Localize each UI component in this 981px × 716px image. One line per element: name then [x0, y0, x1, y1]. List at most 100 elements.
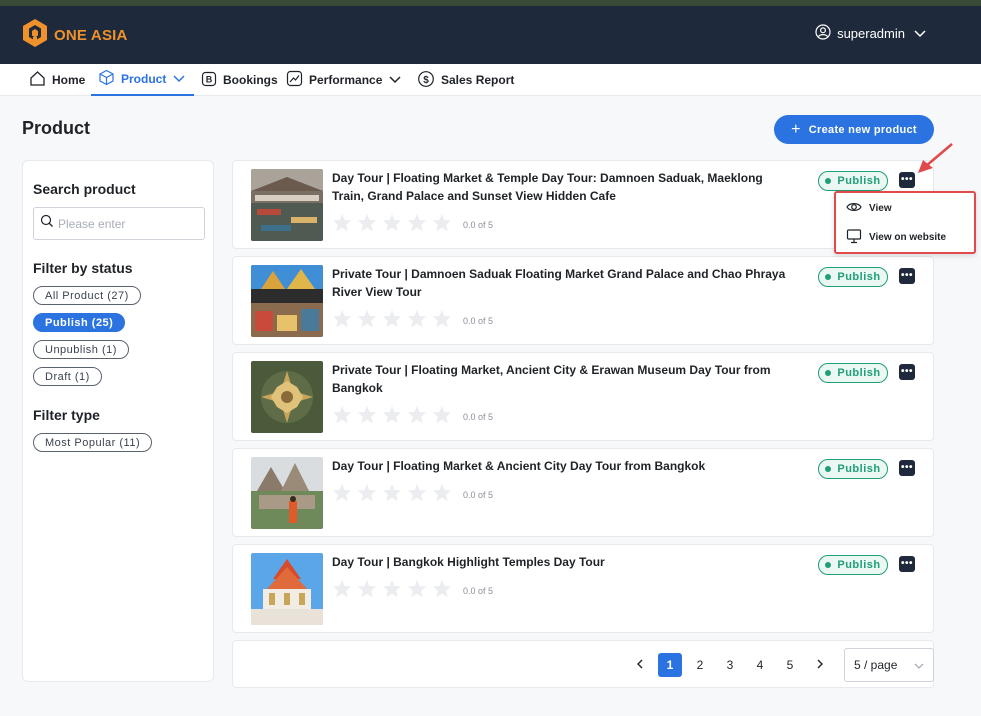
filter-chip-all-product[interactable]: All Product (27)	[33, 286, 141, 305]
type-heading: Filter type	[33, 407, 100, 423]
ellipsis-icon: •••	[900, 366, 913, 377]
page-size-value: 5 / page	[854, 658, 898, 672]
create-product-label: Create new product	[808, 123, 917, 136]
chevron-down-icon	[914, 663, 924, 669]
star-icon	[332, 483, 357, 507]
star-icon	[332, 309, 357, 333]
star-rating: 0.0 of 5	[332, 405, 493, 429]
filter-chip-most-popular[interactable]: Most Popular (11)	[33, 433, 153, 452]
status-label: Publish	[837, 559, 881, 571]
status-dot	[825, 274, 832, 280]
product-title[interactable]: Day Tour | Floating Market & Temple Day …	[332, 169, 792, 205]
rating-text: 0.0 of 5	[463, 316, 494, 326]
product-title[interactable]: Day Tour | Bangkok Highlight Temples Day…	[332, 553, 792, 571]
star-icon	[332, 405, 357, 429]
page-title: Product	[22, 118, 91, 138]
star-icon	[432, 579, 457, 603]
plus-icon: +	[791, 120, 801, 138]
star-icon	[357, 405, 382, 429]
filter-chip-publish[interactable]: Publish (25)	[33, 313, 126, 332]
star-icon	[382, 309, 407, 333]
product-title[interactable]: Day Tour | Floating Market & Ancient Cit…	[332, 457, 792, 475]
page-button-5[interactable]: 5	[778, 653, 802, 677]
status-dot	[825, 178, 832, 184]
status-badge: Publish	[818, 171, 888, 191]
prev-page-button[interactable]	[628, 653, 652, 677]
product-title[interactable]: Private Tour | Floating Market, Ancient …	[332, 361, 792, 397]
status-badge: Publish	[818, 459, 888, 479]
status-badge: Publish	[818, 363, 888, 383]
ellipsis-icon: •••	[900, 462, 913, 473]
filter-chip-unpublish[interactable]: Unpublish (1)	[33, 340, 129, 359]
star-icon	[382, 483, 407, 507]
filter-chip-draft[interactable]: Draft (1)	[33, 367, 102, 386]
star-icon	[432, 213, 457, 237]
nav-label-performance: Performance	[309, 73, 383, 87]
actions-dropdown-menu: View View on website	[834, 191, 976, 254]
brand-logo[interactable]: ONE ASIA	[22, 18, 128, 53]
user-menu[interactable]: superadmin	[815, 24, 927, 43]
annotation-arrow-icon	[918, 143, 953, 173]
star-icon	[407, 309, 432, 333]
menu-item-label: View	[869, 203, 892, 214]
more-actions-button[interactable]: •••	[899, 556, 915, 572]
star-icon	[357, 483, 382, 507]
chevron-right-icon	[815, 658, 825, 673]
more-actions-button[interactable]: •••	[899, 460, 915, 476]
rating-text: 0.0 of 5	[463, 220, 494, 230]
product-card[interactable]: Private Tour | Damnoen Saduak Floating M…	[232, 256, 934, 345]
star-icon	[407, 405, 432, 429]
star-icon	[407, 579, 432, 603]
nav-label-sales-report: Sales Report	[441, 73, 515, 87]
product-card[interactable]: Day Tour | Bangkok Highlight Temples Day…	[232, 544, 934, 633]
page-size-select[interactable]: 5 / page	[844, 648, 934, 682]
create-product-button[interactable]: + Create new product	[774, 115, 934, 144]
product-title[interactable]: Private Tour | Damnoen Saduak Floating M…	[332, 265, 792, 301]
status-heading: Filter by status	[33, 260, 133, 276]
status-badge: Publish	[818, 555, 888, 575]
pagination: 1 2 3 4 5 5 / page	[232, 640, 934, 688]
status-badge: Publish	[818, 267, 888, 287]
nav-item-product[interactable]: Product	[91, 64, 194, 96]
chevron-left-icon	[635, 658, 645, 673]
status-dot	[825, 466, 832, 472]
nav-item-sales-report[interactable]: $ Sales Report	[417, 64, 514, 96]
product-card[interactable]: Day Tour | Floating Market & Ancient Cit…	[232, 448, 934, 537]
rating-text: 0.0 of 5	[463, 490, 494, 500]
more-actions-button[interactable]: •••	[899, 268, 915, 284]
product-card[interactable]: Day Tour | Floating Market & Temple Day …	[232, 160, 934, 249]
page-button-4[interactable]: 4	[748, 653, 772, 677]
nav-item-bookings[interactable]: B Bookings	[201, 64, 278, 96]
menu-item-view[interactable]: View	[846, 199, 892, 218]
product-thumbnail	[251, 361, 323, 433]
brand-name: ONE ASIA	[54, 27, 128, 44]
status-label: Publish	[837, 175, 881, 187]
page-button-3[interactable]: 3	[718, 653, 742, 677]
svg-text:B: B	[206, 74, 213, 84]
star-icon	[357, 579, 382, 603]
page-button-1[interactable]: 1	[658, 653, 682, 677]
nav-item-home[interactable]: Home	[29, 64, 85, 96]
menu-item-view-on-website[interactable]: View on website	[846, 228, 946, 247]
star-icon	[407, 483, 432, 507]
star-icon	[432, 405, 457, 429]
user-name: superadmin	[837, 26, 905, 41]
page-button-2[interactable]: 2	[688, 653, 712, 677]
star-icon	[382, 405, 407, 429]
more-actions-button[interactable]: •••	[899, 364, 915, 380]
product-card[interactable]: Private Tour | Floating Market, Ancient …	[232, 352, 934, 441]
search-placeholder: Please enter	[58, 216, 126, 231]
status-label: Publish	[837, 271, 881, 283]
next-page-button[interactable]	[808, 653, 832, 677]
star-rating: 0.0 of 5	[332, 213, 493, 237]
box-icon	[98, 69, 121, 89]
nav-label-bookings: Bookings	[223, 73, 278, 87]
app-header: ONE ASIA superadmin	[0, 6, 981, 64]
nav-item-performance[interactable]: Performance	[286, 64, 408, 96]
search-input[interactable]: Please enter	[33, 207, 205, 240]
filter-sidebar: Search product Please enter Filter by st…	[22, 160, 214, 682]
status-label: Publish	[837, 367, 881, 379]
search-heading: Search product	[33, 181, 136, 197]
star-rating: 0.0 of 5	[332, 309, 493, 333]
product-thumbnail	[251, 265, 323, 337]
